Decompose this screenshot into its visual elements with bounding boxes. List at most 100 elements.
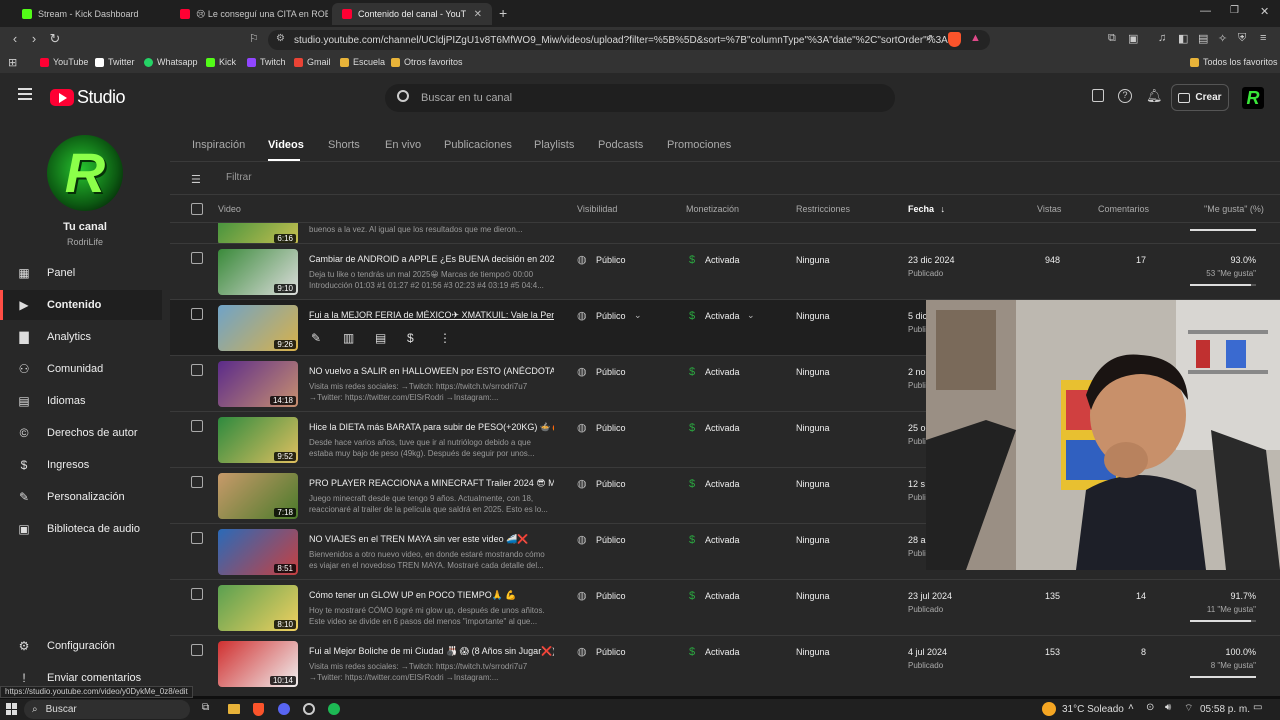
tray-app-icon[interactable]: ⊙: [1146, 702, 1154, 713]
browser-tab[interactable]: Stream - Kick Dashboard: [12, 3, 170, 25]
video-title[interactable]: Cómo tener un GLOW UP en POCO TIEMPO🙏 💪: [309, 590, 554, 601]
filter-input[interactable]: Filtrar: [226, 172, 252, 183]
restore-icon[interactable]: ❐: [1230, 5, 1239, 16]
spotify-taskbar-icon[interactable]: [328, 703, 340, 715]
row-checkbox[interactable]: [191, 252, 203, 264]
brave-rewards-icon[interactable]: ▲: [970, 32, 981, 44]
wallet-icon[interactable]: ▤: [1198, 32, 1208, 45]
notifications-bell-icon[interactable]: 🔔︎: [1146, 88, 1163, 104]
youtube-studio-logo[interactable]: Studio: [50, 87, 126, 108]
file-explorer-icon[interactable]: [228, 704, 240, 714]
taskbar-search-box[interactable]: ⌕ Buscar: [24, 700, 190, 719]
edit-pencil-icon[interactable]: ✎: [311, 331, 321, 345]
browser-tab-active[interactable]: Contenido del canal - YouTube S ✕: [332, 3, 492, 25]
screenshot-icon[interactable]: ▣: [1128, 32, 1138, 45]
video-thumbnail[interactable]: 6:16: [218, 223, 298, 244]
row-checkbox[interactable]: [191, 420, 203, 432]
sidebar-item-analytics[interactable]: ▇ Analytics: [0, 322, 162, 352]
video-row[interactable]: 10:14 Fui al Mejor Boliche de mi Ciudad 🎳…: [170, 635, 1280, 691]
help-icon[interactable]: ?: [1118, 89, 1132, 103]
comments-icon[interactable]: ▤: [375, 331, 386, 345]
row-checkbox[interactable]: [191, 644, 203, 656]
visibility-value[interactable]: Público: [596, 311, 626, 321]
new-tab-icon[interactable]: +: [499, 5, 507, 21]
video-title[interactable]: Fui a la MEJOR FERIA de MÉXICO✈ XMATKUIL…: [309, 310, 554, 321]
windows-start-icon[interactable]: [6, 703, 18, 715]
sidebar-item-community[interactable]: ⚇ Comunidad: [0, 354, 162, 384]
close-window-icon[interactable]: ✕: [1260, 5, 1269, 18]
tab-playlists[interactable]: Playlists: [534, 139, 574, 151]
clock[interactable]: 05:58 p. m.: [1200, 704, 1250, 715]
bookmark-youtube[interactable]: YouTube: [40, 57, 88, 67]
brave-shield-icon[interactable]: [948, 32, 961, 47]
volume-icon[interactable]: 🔊︎: [1165, 702, 1171, 713]
close-tab-icon[interactable]: ✕: [474, 9, 482, 20]
sidebar-item-customization[interactable]: ✎ Personalización: [0, 482, 162, 512]
monetization-icon[interactable]: $: [407, 331, 414, 345]
media-icon[interactable]: ♫: [1158, 32, 1166, 44]
video-title[interactable]: NO VIAJES en el TREN MAYA sin ver este v…: [309, 534, 554, 545]
brave-taskbar-icon[interactable]: [253, 703, 264, 716]
obs-taskbar-icon[interactable]: [303, 703, 315, 715]
sidebar-item-subtitles[interactable]: ▤ Idiomas: [0, 386, 162, 416]
filter-icon[interactable]: ☰: [191, 173, 203, 186]
apps-icon[interactable]: ⊞: [8, 56, 17, 69]
tab-podcasts[interactable]: Podcasts: [598, 139, 643, 151]
video-thumbnail[interactable]: 8:51: [218, 529, 298, 575]
video-title[interactable]: Cambiar de ANDROID a APPLE ¿Es BUENA dec…: [309, 254, 554, 264]
monetization-value[interactable]: Activada: [705, 311, 740, 321]
column-header-date[interactable]: Fecha ↓: [908, 204, 945, 214]
video-title[interactable]: PRO PLAYER REACCIONA a MINECRAFT Trailer…: [309, 478, 554, 489]
minimize-icon[interactable]: —: [1200, 5, 1211, 17]
site-info-icon[interactable]: ⚙: [276, 33, 285, 44]
row-checkbox[interactable]: [191, 588, 203, 600]
hamburger-menu-icon[interactable]: [18, 88, 32, 100]
bookmark-icon[interactable]: ⚐: [249, 32, 259, 45]
weather-text[interactable]: 31°C Soleado: [1062, 704, 1124, 715]
more-options-icon[interactable]: ⋮: [439, 331, 451, 345]
sidebar-item-content[interactable]: ▶ Contenido: [0, 290, 162, 320]
account-avatar[interactable]: R: [1242, 87, 1264, 109]
video-thumbnail[interactable]: 9:26: [218, 305, 298, 351]
extensions-icon[interactable]: ⧉: [1108, 32, 1116, 45]
tab-shorts[interactable]: Shorts: [328, 139, 360, 151]
leo-icon[interactable]: ✧: [1218, 32, 1227, 45]
share-icon[interactable]: ↗: [925, 33, 933, 44]
task-view-icon[interactable]: ⧉: [202, 702, 209, 713]
channel-avatar[interactable]: R: [47, 135, 123, 211]
tab-envivo[interactable]: En vivo: [385, 139, 421, 151]
tab-videos[interactable]: Videos: [268, 139, 304, 151]
bookmark-whatsapp[interactable]: Whatsapp: [144, 57, 198, 67]
visibility-dropdown-icon[interactable]: ⌄: [634, 310, 642, 321]
network-icon[interactable]: ⌔: [1184, 702, 1193, 715]
video-thumbnail[interactable]: 10:14: [218, 641, 298, 687]
bookmark-gmail[interactable]: Gmail: [294, 57, 331, 67]
sidebar-item-audio-library[interactable]: ▣ Biblioteca de audio: [0, 514, 162, 544]
row-checkbox[interactable]: [191, 532, 203, 544]
video-title[interactable]: Fui al Mejor Boliche de mi Ciudad 🎳 😱 (8…: [309, 646, 554, 657]
video-row[interactable]: 9:10 Cambiar de ANDROID a APPLE ¿Es BUENA…: [170, 243, 1280, 299]
tab-publicaciones[interactable]: Publicaciones: [444, 139, 512, 151]
monetization-dropdown-icon[interactable]: ⌄: [747, 310, 755, 321]
video-row[interactable]: 8:10 Cómo tener un GLOW UP en POCO TIEMPO…: [170, 579, 1280, 635]
sidebar-toggle-icon[interactable]: ◧: [1178, 32, 1188, 45]
sidebar-item-earn[interactable]: $ Ingresos: [0, 450, 162, 480]
bookmark-twitch[interactable]: Twitch: [247, 57, 286, 67]
send-feedback-icon[interactable]: [1092, 89, 1104, 102]
discord-taskbar-icon[interactable]: [278, 703, 290, 715]
bookmark-twitter[interactable]: Twitter: [95, 57, 135, 67]
video-thumbnail[interactable]: 9:10: [218, 249, 298, 295]
video-thumbnail[interactable]: 9:52: [218, 417, 298, 463]
sidebar-item-copyright[interactable]: © Derechos de autor: [0, 418, 162, 448]
sidebar-item-dashboard[interactable]: ▦ Panel: [0, 258, 162, 288]
bookmark-folder-escuela[interactable]: Escuela: [340, 57, 385, 67]
tab-promociones[interactable]: Promociones: [667, 139, 731, 151]
vpn-icon[interactable]: ⛨: [1238, 32, 1246, 45]
sidebar-item-settings[interactable]: ⚙ Configuración: [0, 631, 162, 661]
channel-search-input[interactable]: Buscar en tu canal: [385, 84, 895, 112]
tab-inspiracin[interactable]: Inspiración: [192, 139, 245, 151]
bookmark-kick[interactable]: Kick: [206, 57, 236, 67]
menu-icon[interactable]: ≡: [1260, 32, 1266, 44]
create-button[interactable]: Crear: [1171, 84, 1229, 111]
tray-chevron-icon[interactable]: ˄: [1128, 702, 1134, 713]
